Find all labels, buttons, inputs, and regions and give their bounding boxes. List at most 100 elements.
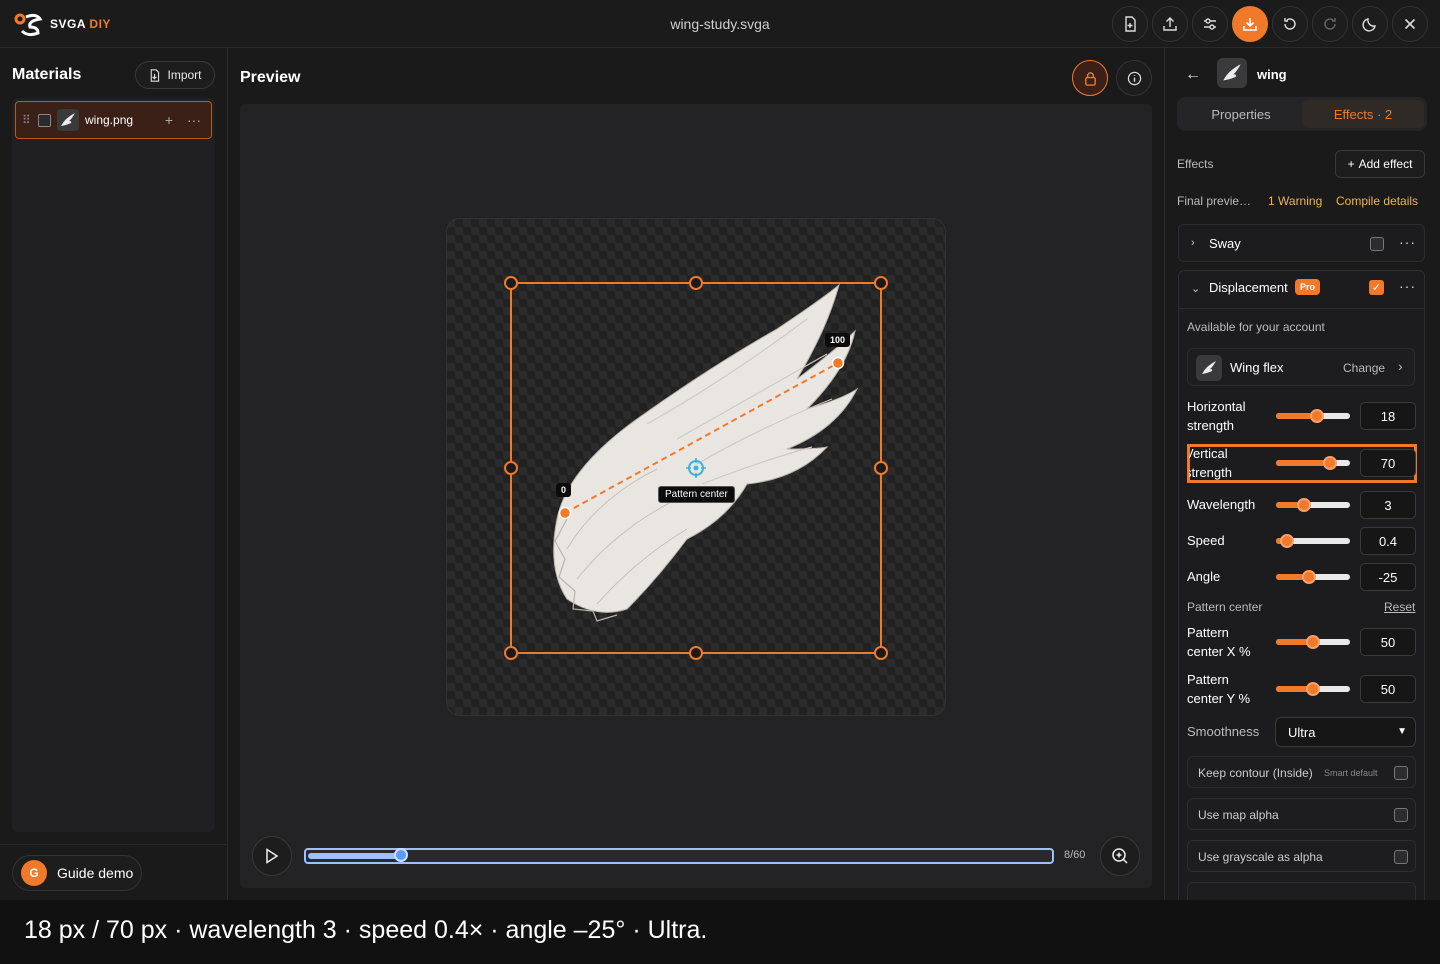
top-bar: SVGA DIY wing-study.svga [0, 0, 1440, 48]
horizontal-strength-slider[interactable] [1276, 409, 1350, 423]
displacement-toggle[interactable]: ✓ [1369, 280, 1384, 295]
speed-slider[interactable] [1276, 534, 1350, 548]
grayscale-alpha-option[interactable]: Use grayscale as alpha [1187, 840, 1416, 872]
map-alpha-option[interactable]: Use map alpha [1187, 798, 1416, 830]
guide-section: G Guide demo [0, 844, 228, 900]
wavelength-slider[interactable] [1276, 498, 1350, 512]
tab-effects[interactable]: Effects · 2 [1302, 100, 1424, 128]
close-icon [1404, 18, 1416, 30]
angle-input[interactable]: -25 [1360, 563, 1416, 591]
resize-handle[interactable] [689, 276, 703, 290]
inspector-tabs: Properties Effects · 2 [1177, 97, 1427, 131]
theme-button[interactable] [1352, 6, 1388, 42]
preview-canvas[interactable]: 0 100 Pattern center [446, 218, 946, 716]
pattern-center-x-slider[interactable] [1276, 635, 1350, 649]
inspector-panel: ← wing Properties Effects · 2 Effects + … [1164, 48, 1440, 900]
resize-handle[interactable] [874, 276, 888, 290]
resize-handle[interactable] [504, 276, 518, 290]
pattern-center-y-input[interactable]: 50 [1360, 675, 1416, 703]
chevron-down-icon[interactable]: ⌄ [1191, 282, 1200, 295]
resize-handle[interactable] [504, 646, 518, 660]
play-button[interactable] [252, 836, 292, 876]
settings-button[interactable] [1192, 6, 1228, 42]
map-alpha-checkbox[interactable] [1394, 808, 1408, 822]
timeline-knob[interactable] [393, 848, 408, 862]
chevron-down-icon: ▼ [1397, 726, 1407, 737]
angle-label: Angle [1187, 569, 1221, 584]
theme-moon-icon [1362, 18, 1376, 32]
preset-thumbnail [1196, 355, 1222, 381]
drag-handle-icon[interactable]: ⠿ [22, 113, 32, 127]
availability-text: Available for your account [1187, 320, 1325, 334]
toolbar [1112, 6, 1428, 42]
wing-image [553, 283, 859, 622]
chevron-right-icon[interactable]: › [1191, 237, 1195, 249]
grayscale-alpha-checkbox[interactable] [1394, 850, 1408, 864]
import-icon [151, 68, 160, 82]
speed-input[interactable]: 0.4 [1360, 527, 1416, 555]
compile-details-link[interactable]: Compile details [1336, 194, 1418, 208]
wing-artwork [504, 276, 888, 660]
materials-list: ⠿ wing.png + ··· [12, 98, 215, 832]
close-button[interactable] [1392, 6, 1428, 42]
add-effect-button[interactable]: + Add effect [1335, 150, 1425, 178]
upload-button[interactable] [1152, 6, 1188, 42]
info-button[interactable] [1116, 60, 1152, 96]
materials-panel: Materials Import ⠿ wing.png + ··· G Guid… [0, 48, 228, 900]
pattern-center-label: Pattern center [1187, 600, 1263, 614]
more-icon[interactable]: ··· [187, 112, 201, 128]
effect-card-sway[interactable]: › Sway ··· [1178, 224, 1425, 262]
resize-handle[interactable] [874, 461, 888, 475]
zoom-button[interactable] [1100, 836, 1140, 876]
preset-selector[interactable]: Wing flex Change › [1187, 348, 1415, 386]
upload-icon [1163, 17, 1177, 31]
horizontal-strength-input[interactable]: 18 [1360, 402, 1416, 430]
tab-properties[interactable]: Properties [1180, 100, 1302, 128]
new-file-icon [1125, 16, 1136, 32]
redo-icon [1324, 18, 1336, 30]
guide-demo-button[interactable]: G Guide demo [12, 855, 142, 891]
divider [1178, 308, 1425, 309]
keep-contour-checkbox[interactable] [1394, 766, 1408, 780]
plus-icon: + [1347, 157, 1355, 171]
pattern-center-tag: Pattern center [658, 486, 735, 503]
material-checkbox[interactable] [38, 113, 51, 127]
start-handle[interactable] [558, 506, 572, 520]
speed-label: Speed [1187, 533, 1225, 548]
undo-button[interactable] [1272, 6, 1308, 42]
resize-handle[interactable] [504, 461, 518, 475]
timeline-bar: 8/60 [240, 834, 1152, 878]
vertical-strength-input[interactable]: 70 [1360, 449, 1416, 477]
info-icon [1127, 71, 1141, 85]
lock-button[interactable] [1072, 60, 1108, 96]
redo-button[interactable] [1312, 6, 1348, 42]
smoothness-select[interactable]: Ultra ▼ [1275, 717, 1416, 747]
add-icon[interactable]: + [165, 112, 173, 128]
resize-handle[interactable] [874, 646, 888, 660]
timeline-scrubber[interactable] [304, 848, 1054, 864]
import-button[interactable]: Import [135, 61, 215, 89]
pattern-center-x-input[interactable]: 50 [1360, 628, 1416, 656]
reset-link[interactable]: Reset [1384, 600, 1415, 614]
sway-toggle[interactable] [1370, 237, 1384, 251]
back-arrow-icon[interactable]: ← [1185, 66, 1201, 84]
new-file-button[interactable] [1112, 6, 1148, 42]
download-button[interactable] [1232, 6, 1268, 42]
pattern-center-y-slider[interactable] [1276, 682, 1350, 696]
vertical-strength-slider[interactable] [1276, 456, 1350, 470]
resize-handle[interactable] [689, 646, 703, 660]
wavelength-input[interactable]: 3 [1360, 491, 1416, 519]
effect-title: Sway [1209, 236, 1241, 251]
more-icon[interactable]: ··· [1399, 278, 1416, 294]
end-handle[interactable] [831, 356, 845, 370]
option-label: Use grayscale as alpha [1198, 850, 1323, 864]
preset-change[interactable]: Change [1343, 361, 1385, 375]
list-item[interactable]: ⠿ wing.png + ··· [15, 101, 212, 139]
warning-link[interactable]: 1 Warning [1268, 194, 1322, 208]
option-label: Keep contour (Inside) [1198, 766, 1313, 780]
angle-slider[interactable] [1276, 570, 1350, 584]
keep-contour-option[interactable]: Keep contour (Inside) Smart default [1187, 756, 1416, 788]
more-icon[interactable]: ··· [1399, 234, 1416, 250]
material-name: wing.png [85, 113, 134, 127]
next-option[interactable] [1187, 882, 1416, 900]
